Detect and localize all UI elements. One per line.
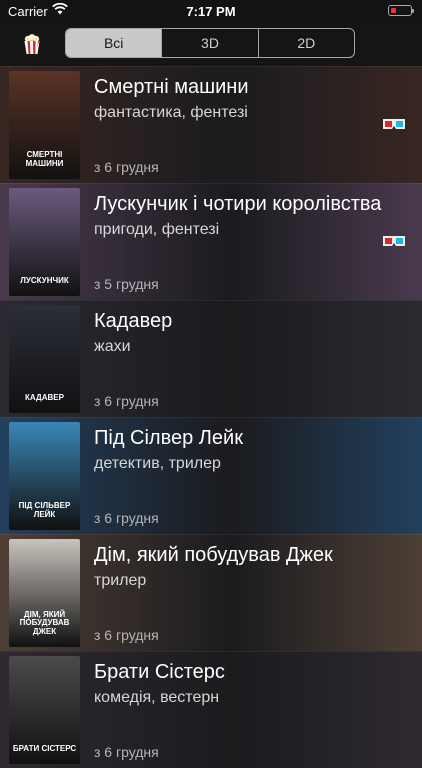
battery-icon (388, 5, 414, 16)
movie-row[interactable]: СМЕРТНІ МАШИНИ Смертні машини фантастика, … (0, 66, 422, 183)
popcorn-icon[interactable] (22, 33, 42, 60)
movie-genre: фантастика, фентезі (94, 104, 248, 121)
movie-title: Під Сілвер Лейк (94, 427, 243, 449)
movie-release-date: з 6 грудня (94, 159, 159, 175)
poster-title: ЛУСКУНЧИК (20, 276, 69, 286)
format-segmented-control: Всі 3D 2D (65, 28, 355, 58)
movie-list: СМЕРТНІ МАШИНИ Смертні машини фантастика, … (0, 66, 422, 768)
movie-row[interactable]: ДІМ, ЯКИЙ ПОБУДУВАВ ДЖЕК Дім, який побуду… (0, 534, 422, 651)
movie-release-date: з 6 грудня (94, 393, 159, 409)
movie-release-date: з 6 грудня (94, 510, 159, 526)
segment-all[interactable]: Всі (66, 29, 162, 57)
movie-row[interactable]: ЛУСКУНЧИК Лускунчик і чотири королівства п… (0, 183, 422, 300)
movie-title: Лускунчик і чотири королівства (94, 193, 382, 215)
status-bar: Carrier 7:17 PM (0, 0, 422, 24)
poster-title: СМЕРТНІ МАШИНИ (25, 150, 64, 169)
movie-row[interactable]: БРАТИ СІСТЕРС Брати Сістерс комедія, весте… (0, 651, 422, 768)
movie-release-date: з 6 грудня (94, 627, 159, 643)
3d-glasses-icon (382, 234, 406, 253)
movie-poster: КАДАВЕР (9, 305, 80, 413)
poster-title: ПІД СІЛЬВЕР ЛЕЙК (18, 501, 71, 520)
movie-poster: ДІМ, ЯКИЙ ПОБУДУВАВ ДЖЕК (9, 539, 80, 647)
poster-title: КАДАВЕР (25, 393, 64, 403)
poster-title: ДІМ, ЯКИЙ ПОБУДУВАВ ДЖЕК (19, 609, 70, 637)
movie-poster: БРАТИ СІСТЕРС (9, 656, 80, 764)
movie-genre: комедія, вестерн (94, 689, 220, 706)
movie-release-date: з 5 грудня (94, 276, 159, 292)
movie-poster: ЛУСКУНЧИК (9, 188, 80, 296)
movie-row[interactable]: ПІД СІЛЬВЕР ЛЕЙК Під Сілвер Лейк детектив,… (0, 417, 422, 534)
movie-genre: пригоди, фентезі (94, 221, 220, 238)
movie-title: Дім, який побудував Джек (94, 544, 333, 566)
nav-bar: Всі 3D 2D (0, 24, 422, 66)
movie-genre: трилер (94, 572, 147, 589)
movie-title: Брати Сістерс (94, 661, 225, 683)
movie-release-date: з 6 грудня (94, 744, 159, 760)
movie-row[interactable]: КАДАВЕР Кадавер жахи з 6 грудня (0, 300, 422, 417)
segment-3d[interactable]: 3D (161, 29, 257, 57)
movie-title: Смертні машини (94, 76, 249, 98)
movie-poster: СМЕРТНІ МАШИНИ (9, 71, 80, 179)
movie-poster: ПІД СІЛЬВЕР ЛЕЙК (9, 422, 80, 530)
movie-genre: детектив, трилер (94, 455, 221, 472)
movie-genre: жахи (94, 338, 131, 355)
segment-2d[interactable]: 2D (257, 29, 354, 57)
status-time: 7:17 PM (186, 4, 236, 19)
3d-glasses-icon (382, 117, 406, 136)
movie-title: Кадавер (94, 310, 173, 332)
